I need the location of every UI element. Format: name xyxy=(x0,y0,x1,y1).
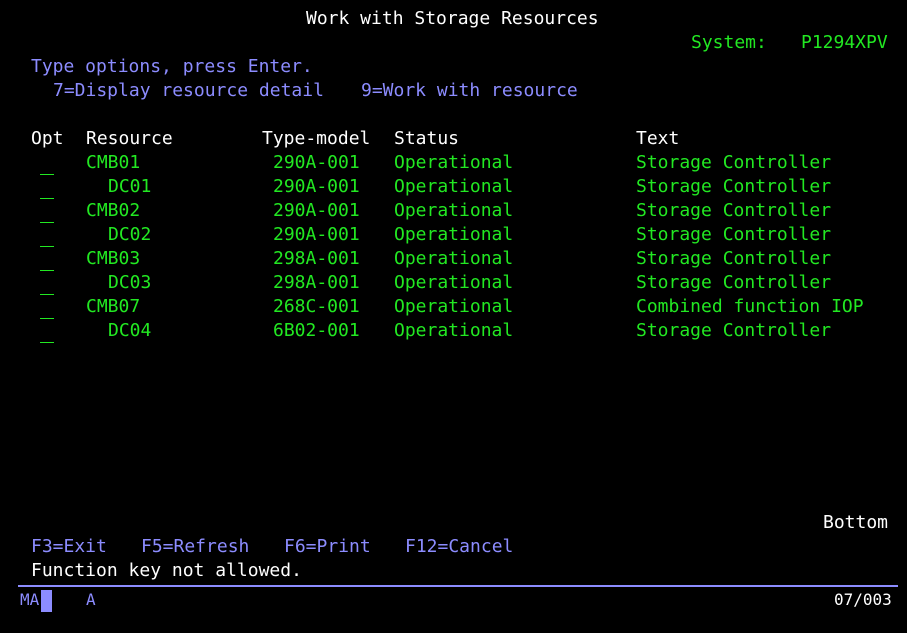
type-model-value: 290A-001 xyxy=(273,224,360,245)
text-value: Storage Controller xyxy=(636,248,832,269)
column-header-type-model: Type-model xyxy=(262,128,371,149)
terminal-screen: Work with Storage Resources System: P129… xyxy=(0,0,907,633)
f3-exit-key[interactable]: F3=Exit xyxy=(31,535,107,559)
resource-name: CMB03 xyxy=(86,248,141,269)
type-model-value: 6B02-001 xyxy=(273,320,360,341)
option-input[interactable] xyxy=(40,297,54,319)
bottom-indicator: Bottom xyxy=(823,512,889,533)
type-model-value: 290A-001 xyxy=(273,152,360,173)
session-indicator: MA xyxy=(20,590,40,609)
text-value: Storage Controller xyxy=(636,272,832,293)
resource-name: CMB07 xyxy=(86,296,141,317)
resource-name: DC03 xyxy=(108,272,152,293)
status-value: Operational xyxy=(394,248,514,269)
column-header-text: Text xyxy=(636,128,680,149)
text-value: Storage Controller xyxy=(636,320,832,341)
option-input[interactable] xyxy=(40,321,54,343)
option-input[interactable] xyxy=(40,153,54,175)
option-input[interactable] xyxy=(40,273,54,295)
type-model-value: 290A-001 xyxy=(273,176,360,197)
column-header-resource: Resource xyxy=(86,128,173,149)
cursor-position: 07/003 xyxy=(834,590,892,609)
f12-cancel-key[interactable]: F12=Cancel xyxy=(405,535,513,559)
option-input[interactable] xyxy=(40,249,54,271)
type-model-value: 290A-001 xyxy=(273,200,360,221)
message-line: Function key not allowed. xyxy=(31,560,302,581)
status-value: Operational xyxy=(394,272,514,293)
system-label: System: xyxy=(691,32,767,53)
status-value: Operational xyxy=(394,152,514,173)
status-value: Operational xyxy=(394,200,514,221)
column-header-opt: Opt xyxy=(31,128,64,149)
instructions-line: Type options, press Enter. xyxy=(31,56,313,77)
option-input[interactable] xyxy=(40,177,54,199)
f6-print-key[interactable]: F6=Print xyxy=(284,535,371,559)
type-model-value: 298A-001 xyxy=(273,248,360,269)
status-value: Operational xyxy=(394,320,514,341)
text-value: Storage Controller xyxy=(636,152,832,173)
option-9-text: 9=Work with resource xyxy=(361,80,578,101)
type-model-value: 268C-001 xyxy=(273,296,360,317)
system-name: P1294XPV xyxy=(801,32,888,53)
text-value: Storage Controller xyxy=(636,224,832,245)
option-7-text: 7=Display resource detail xyxy=(53,80,324,101)
f5-refresh-key[interactable]: F5=Refresh xyxy=(141,535,249,559)
option-input[interactable] xyxy=(40,201,54,223)
status-value: Operational xyxy=(394,224,514,245)
status-value: Operational xyxy=(394,176,514,197)
text-value: Storage Controller xyxy=(636,176,832,197)
cursor-block xyxy=(41,590,52,612)
resource-name: DC01 xyxy=(108,176,152,197)
resource-name: DC04 xyxy=(108,320,152,341)
status-divider xyxy=(18,585,898,587)
text-value: Combined function IOP xyxy=(636,296,864,317)
keyboard-indicator: A xyxy=(86,590,96,609)
type-model-value: 298A-001 xyxy=(273,272,360,293)
status-value: Operational xyxy=(394,296,514,317)
screen-title: Work with Storage Resources xyxy=(306,8,599,29)
column-header-status: Status xyxy=(394,128,460,149)
resource-name: CMB01 xyxy=(86,152,141,173)
resource-name: CMB02 xyxy=(86,200,141,221)
text-value: Storage Controller xyxy=(636,200,832,221)
option-input[interactable] xyxy=(40,225,54,247)
resource-name: DC02 xyxy=(108,224,152,245)
